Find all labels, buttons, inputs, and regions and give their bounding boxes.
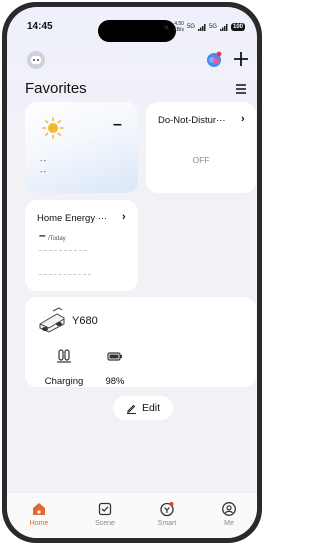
add-button[interactable]: [231, 49, 251, 69]
signal-5g-1: 5G: [186, 24, 195, 30]
smart-icon: [160, 502, 174, 517]
app-screen: 14:45 4.50 KB/s 5G 5G 100 Favorites – --…: [7, 7, 257, 538]
status-icons: 4.50 KB/s 5G 5G 100: [163, 21, 245, 33]
weather-detail-2: --: [40, 167, 48, 176]
scene-icon: [98, 502, 112, 516]
plus-icon: [234, 52, 248, 66]
energy-unit: /Today: [48, 236, 66, 242]
divider: [39, 274, 91, 275]
device-card[interactable]: Y680 Charging 98%: [25, 297, 256, 387]
do-not-disturb-card[interactable]: Do-Not-Distur··· › OFF: [146, 102, 256, 193]
edit-label: Edit: [141, 402, 161, 414]
network-speed: 4.50 KB/s: [173, 21, 184, 33]
assistant-button[interactable]: [205, 50, 223, 68]
phone-frame: 14:45 4.50 KB/s 5G 5G 100 Favorites – --…: [2, 2, 262, 543]
tab-me-label: Me: [224, 520, 234, 527]
pencil-icon: [126, 404, 136, 414]
dnd-status: OFF: [192, 155, 210, 165]
signal-5g-2: 5G: [208, 24, 217, 30]
device-name: Y680: [72, 315, 98, 327]
signal-icon: [197, 23, 206, 31]
battery-icon: [100, 349, 130, 368]
device-status: Charging: [40, 349, 88, 389]
sort-menu-button[interactable]: [233, 82, 249, 96]
tab-scene[interactable]: Scene: [85, 501, 125, 527]
tab-home[interactable]: Home: [19, 501, 59, 527]
page-title: Favorites: [25, 80, 87, 97]
avatar[interactable]: [27, 51, 45, 69]
chevron-right-icon: ›: [122, 211, 126, 223]
profile-icon: [222, 502, 236, 516]
robot-face-icon: [31, 56, 41, 64]
sun-icon: [42, 117, 64, 139]
charging-dock-icon: [40, 349, 88, 368]
signal-icon-2: [219, 23, 228, 31]
tab-scene-label: Scene: [95, 520, 115, 527]
tab-me[interactable]: Me: [209, 501, 249, 527]
weather-card[interactable]: – -- --: [25, 102, 138, 193]
temperature-value: –: [113, 116, 122, 133]
tab-home-label: Home: [29, 520, 49, 527]
tab-bar: Home Scene Smart Me: [7, 492, 257, 538]
device-battery-label: 98%: [105, 376, 125, 387]
tab-smart[interactable]: Smart: [147, 501, 187, 527]
mute-icon: [163, 23, 170, 31]
robot-mower-icon: [37, 307, 67, 335]
home-icon: [33, 503, 45, 515]
list-icon: [236, 84, 246, 94]
battery-indicator: 100: [230, 23, 245, 31]
chevron-right-icon: ›: [241, 113, 245, 125]
edit-button[interactable]: Edit: [113, 396, 173, 420]
status-time: 14:45: [27, 21, 53, 32]
device-battery: 98%: [100, 349, 130, 389]
device-status-label: Charging: [44, 376, 84, 387]
assistant-icon: [207, 51, 222, 67]
divider: [39, 250, 87, 251]
dnd-title: Do-Not-Distur···: [158, 115, 226, 126]
status-bar: 14:45 4.50 KB/s 5G 5G 100: [7, 7, 257, 42]
home-energy-card[interactable]: Home Energy ··· › – /Today: [25, 200, 138, 291]
tab-smart-label: Smart: [157, 520, 177, 527]
weather-detail-1: --: [40, 156, 48, 165]
energy-title: Home Energy ···: [37, 213, 108, 224]
energy-value: –: [39, 228, 46, 242]
